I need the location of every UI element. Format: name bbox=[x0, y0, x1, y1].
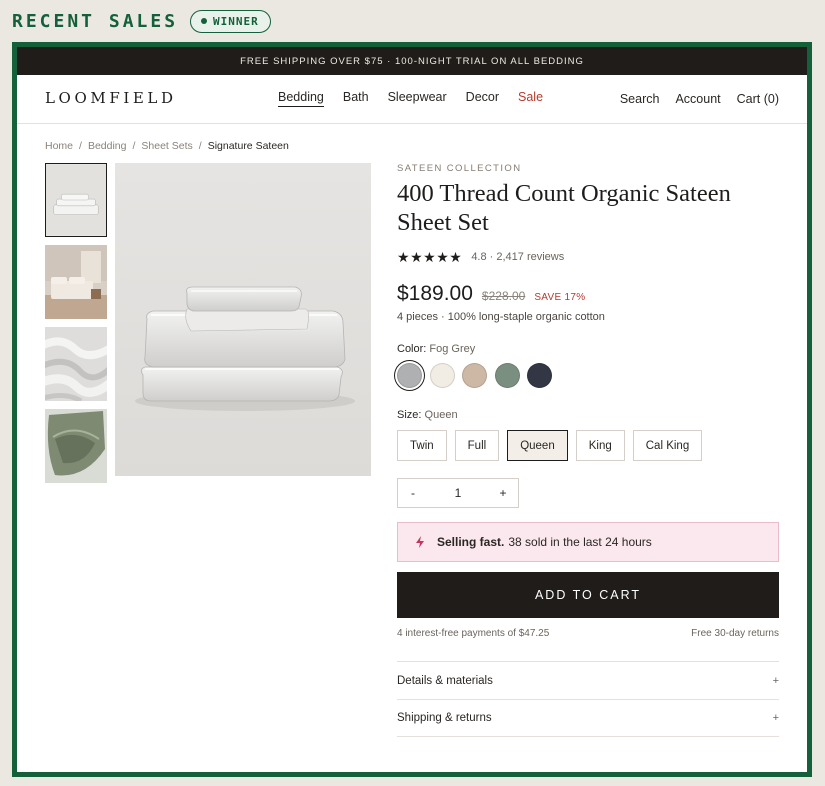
collection-label: SATEEN COLLECTION bbox=[397, 163, 522, 174]
add-to-cart-button[interactable]: ADD TO CART bbox=[397, 572, 779, 618]
plus-icon: + bbox=[772, 674, 779, 687]
selling-fast-alert: Selling fast. 38 sold in the last 24 hou… bbox=[397, 522, 779, 562]
breadcrumb: Home / Bedding / Sheet Sets / Signature … bbox=[45, 140, 289, 152]
nav-link-bedding[interactable]: Bedding bbox=[278, 90, 324, 107]
size-label-row: Size: Queen bbox=[397, 409, 458, 421]
cart-link[interactable]: Cart (0) bbox=[737, 92, 779, 106]
price-row: $189.00 $228.00 SAVE 17% bbox=[397, 282, 585, 306]
product-spec: 4 pieces · 100% long-staple organic cott… bbox=[397, 311, 605, 323]
breadcrumb-bedding[interactable]: Bedding bbox=[88, 140, 127, 152]
nav-links: Bedding Bath Sleepwear Decor Sale bbox=[278, 90, 562, 107]
promo-bar: FREE SHIPPING OVER $75 · 100-NIGHT TRIAL… bbox=[17, 47, 807, 75]
color-swatches bbox=[397, 363, 560, 388]
accordion-shipping-label: Shipping & returns bbox=[397, 712, 492, 724]
winner-badge-label: WINNER bbox=[213, 14, 259, 28]
accordion-details-label: Details & materials bbox=[397, 674, 493, 687]
star-icon: ★ bbox=[397, 249, 410, 265]
gallery-thumb-1[interactable] bbox=[45, 163, 107, 237]
rating-text[interactable]: 4.8 · 2,417 reviews bbox=[471, 251, 564, 263]
fabric-texture-thumb-image bbox=[45, 327, 107, 401]
gallery-thumb-2[interactable] bbox=[45, 245, 107, 319]
quantity-value[interactable]: 1 bbox=[428, 486, 488, 500]
search-link[interactable]: Search bbox=[620, 92, 660, 106]
section-header: RECENT SALES WINNER bbox=[12, 8, 271, 34]
gallery-thumb-3[interactable] bbox=[45, 327, 107, 401]
winner-badge: WINNER bbox=[190, 9, 271, 33]
size-label: Size: bbox=[397, 409, 422, 421]
bedroom-thumb-image bbox=[45, 245, 107, 319]
quantity-increase-button[interactable]: + bbox=[488, 486, 518, 500]
breadcrumb-sheet-sets[interactable]: Sheet Sets bbox=[141, 140, 192, 152]
compare-price: $228.00 bbox=[481, 289, 526, 303]
color-label-row: Color: Fog Grey bbox=[397, 343, 475, 355]
main-nav: LOOMFIELD Bedding Bath Sleepwear Decor S… bbox=[17, 75, 807, 124]
alert-text: 38 sold in the last 24 hours bbox=[508, 535, 652, 549]
folded-sheets-thumb-image bbox=[46, 164, 106, 236]
product-main-image[interactable] bbox=[115, 163, 371, 476]
accordion-details[interactable]: Details & materials + bbox=[397, 661, 779, 699]
size-king-button[interactable]: King bbox=[575, 430, 625, 461]
returns-text: Free 30-day returns bbox=[691, 628, 779, 639]
size-twin-button[interactable]: Twin bbox=[397, 430, 447, 461]
breadcrumb-current: Signature Sateen bbox=[207, 140, 289, 152]
gallery-thumb-4[interactable] bbox=[45, 409, 107, 483]
nav-link-sleepwear[interactable]: Sleepwear bbox=[388, 90, 447, 107]
size-full-button[interactable]: Full bbox=[454, 430, 500, 461]
star-icon: ★ bbox=[449, 249, 462, 265]
quantity-decrease-button[interactable]: - bbox=[398, 486, 428, 500]
star-icon: ★ bbox=[423, 249, 436, 265]
size-value: Queen bbox=[424, 409, 458, 421]
nav-link-bath[interactable]: Bath bbox=[343, 90, 369, 107]
payment-info-row: 4 interest-free payments of $47.25 Free … bbox=[397, 628, 779, 639]
color-value: Fog Grey bbox=[429, 343, 476, 355]
price: $189.00 bbox=[397, 282, 473, 305]
nav-link-sale[interactable]: Sale bbox=[518, 90, 543, 107]
swatch-sand[interactable] bbox=[462, 363, 487, 388]
plus-icon: + bbox=[772, 712, 779, 724]
star-icon: ★ bbox=[410, 249, 423, 265]
promo-text: FREE SHIPPING OVER $75 · 100-NIGHT TRIAL… bbox=[240, 55, 584, 67]
installments-text: 4 interest-free payments of $47.25 bbox=[397, 628, 550, 639]
swatch-fog-grey[interactable] bbox=[397, 363, 422, 388]
store-logo[interactable]: LOOMFIELD bbox=[45, 89, 177, 107]
nav-utilities: Search Account Cart (0) bbox=[604, 92, 779, 106]
rating-row[interactable]: ★ ★ ★ ★ ★ 4.8 · 2,417 reviews bbox=[397, 250, 564, 264]
store-page: FREE SHIPPING OVER $75 · 100-NIGHT TRIAL… bbox=[17, 47, 807, 772]
breadcrumb-separator: / bbox=[79, 140, 82, 152]
fitted-sheet-thumb-image bbox=[45, 409, 107, 483]
swatch-navy[interactable] bbox=[527, 363, 552, 388]
size-options: Twin Full Queen King Cal King bbox=[397, 430, 710, 461]
section-title: RECENT SALES bbox=[12, 10, 179, 32]
breadcrumb-separator: / bbox=[132, 140, 136, 152]
account-link[interactable]: Account bbox=[675, 92, 720, 106]
star-icon: ★ bbox=[436, 249, 449, 265]
swatch-ivory[interactable] bbox=[429, 363, 455, 388]
product-title: 400 Thread Count Organic Sateen Sheet Se… bbox=[397, 180, 731, 236]
size-cal-king-button[interactable]: Cal King bbox=[632, 430, 703, 461]
nav-link-decor[interactable]: Decor bbox=[466, 90, 499, 107]
size-queen-button[interactable]: Queen bbox=[507, 430, 568, 461]
save-badge: SAVE 17% bbox=[534, 292, 586, 303]
folded-sheet-set-image bbox=[115, 163, 371, 476]
quantity-stepper: - 1 + bbox=[397, 478, 519, 508]
badge-dot-icon bbox=[201, 18, 208, 24]
alert-strong-text: Selling fast. bbox=[437, 535, 505, 549]
breadcrumb-separator: / bbox=[198, 140, 202, 152]
screenshot-frame: FREE SHIPPING OVER $75 · 100-NIGHT TRIAL… bbox=[12, 42, 812, 777]
accordion-shipping[interactable]: Shipping & returns + bbox=[397, 699, 779, 737]
swatch-sage[interactable] bbox=[494, 363, 520, 388]
lightning-icon bbox=[416, 536, 424, 548]
star-rating: ★ ★ ★ ★ ★ bbox=[397, 250, 462, 264]
color-label: Color: bbox=[397, 343, 427, 355]
breadcrumb-home[interactable]: Home bbox=[45, 140, 73, 152]
